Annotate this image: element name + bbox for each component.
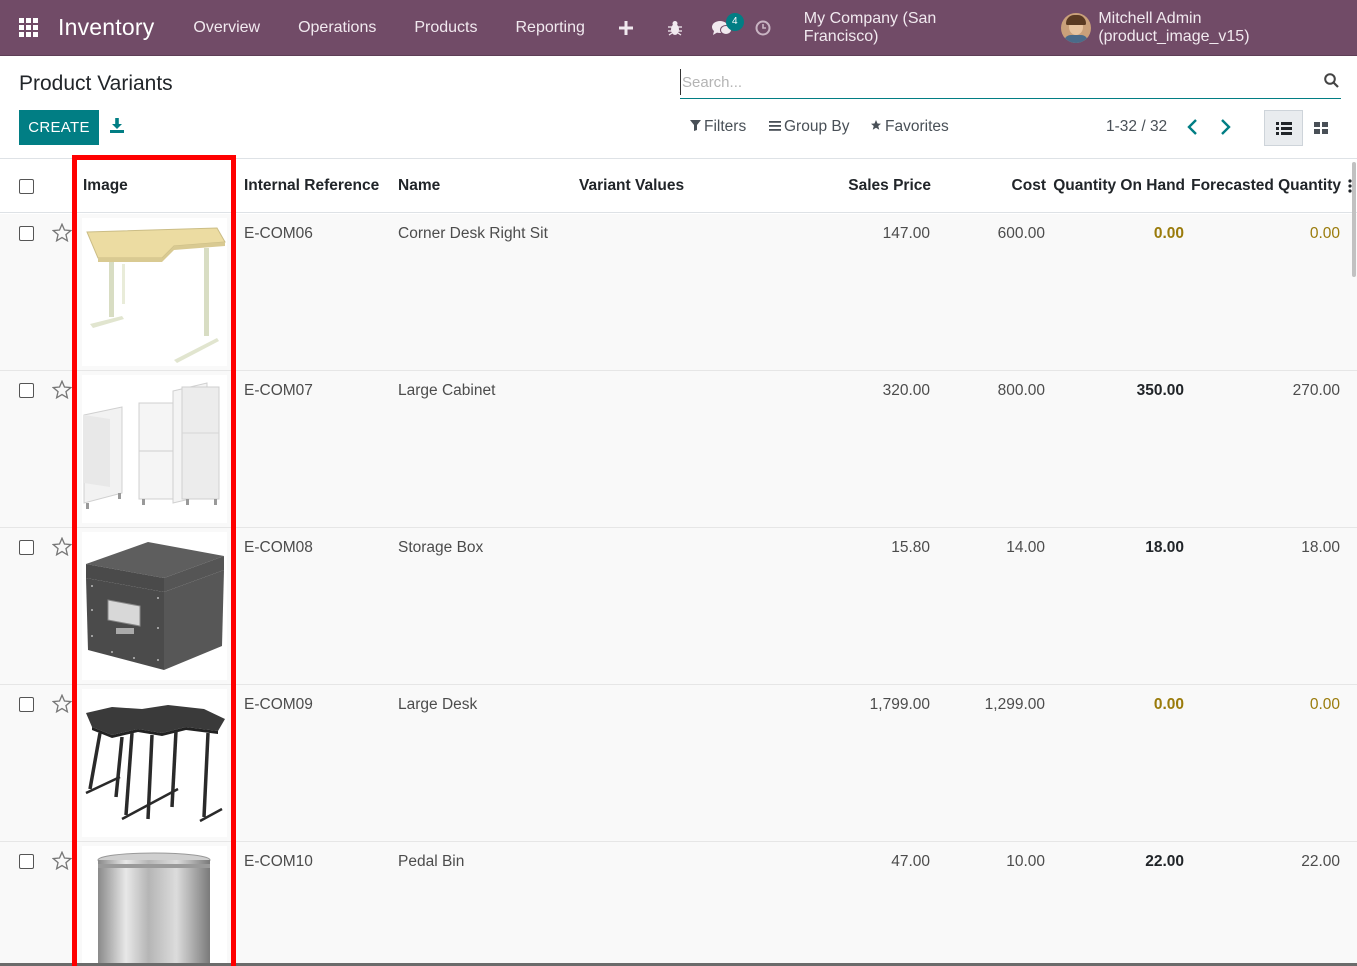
quantity-on-hand-cell: 0.00 bbox=[1153, 225, 1184, 242]
favorites-button[interactable]: Favorites bbox=[870, 118, 949, 136]
table-row[interactable]: E-COM07 Large Cabinet 320.00 800.00 350.… bbox=[0, 371, 1357, 528]
storage-box-image bbox=[82, 532, 227, 680]
menu-overview[interactable]: Overview bbox=[174, 0, 279, 56]
kanban-icon bbox=[1314, 122, 1328, 134]
column-header-cost[interactable]: Cost bbox=[935, 177, 1046, 195]
menu-reporting[interactable]: Reporting bbox=[496, 0, 603, 56]
product-variants-table: Image Internal Reference Name Variant Va… bbox=[0, 158, 1357, 966]
favorite-star-icon[interactable] bbox=[51, 850, 73, 875]
table-row[interactable]: E-COM06 Corner Desk Right Sit 147.00 600… bbox=[0, 214, 1357, 371]
internal-reference-cell: E-COM09 bbox=[244, 696, 313, 713]
filters-button[interactable]: Filters bbox=[690, 118, 746, 136]
name-cell: Storage Box bbox=[398, 539, 484, 556]
pedal-bin-image bbox=[82, 846, 227, 966]
row-checkbox[interactable] bbox=[19, 226, 34, 241]
name-cell: Corner Desk Right Sit bbox=[398, 225, 548, 242]
page-title: Product Variants bbox=[19, 72, 173, 95]
sales-price-cell: 1,799.00 bbox=[869, 696, 930, 713]
row-checkbox[interactable] bbox=[19, 697, 34, 712]
pager-value[interactable]: 1-32 / 32 bbox=[1106, 118, 1167, 136]
cost-cell: 1,299.00 bbox=[984, 696, 1045, 713]
cost-cell: 600.00 bbox=[997, 225, 1045, 242]
favorite-star-icon[interactable] bbox=[51, 693, 73, 718]
large-cabinet-image bbox=[82, 375, 227, 523]
top-navbar: Inventory Overview Operations Products R… bbox=[0, 0, 1357, 56]
list-icon bbox=[1275, 121, 1292, 135]
group-by-label: Group By bbox=[784, 118, 850, 135]
app-title[interactable]: Inventory bbox=[58, 14, 154, 41]
corner-desk-image bbox=[82, 218, 227, 366]
column-header-sales-price[interactable]: Sales Price bbox=[800, 177, 931, 195]
search-icon[interactable] bbox=[1324, 73, 1339, 93]
user-name: Mitchell Admin (product_image_v15) bbox=[1098, 9, 1250, 45]
forecasted-quantity-cell: 270.00 bbox=[1292, 382, 1340, 399]
quantity-on-hand-cell: 18.00 bbox=[1145, 539, 1184, 556]
filters-label: Filters bbox=[704, 118, 747, 135]
favorite-star-icon[interactable] bbox=[51, 536, 73, 561]
table-row[interactable]: E-COM09 Large Desk 1,799.00 1,299.00 0.0… bbox=[0, 685, 1357, 842]
search-bar bbox=[680, 69, 1341, 99]
internal-reference-cell: E-COM07 bbox=[244, 382, 313, 399]
create-button[interactable]: CREATE bbox=[19, 110, 99, 145]
company-switcher[interactable]: My Company (San Francisco) bbox=[804, 10, 1016, 46]
table-row[interactable]: E-COM08 Storage Box 15.80 14.00 18.00 18… bbox=[0, 528, 1357, 685]
apps-menu-icon[interactable] bbox=[0, 0, 58, 56]
menu-products[interactable]: Products bbox=[395, 0, 496, 56]
chevron-right-icon[interactable] bbox=[1218, 118, 1232, 141]
forecasted-quantity-cell: 0.00 bbox=[1309, 225, 1340, 242]
group-by-icon bbox=[769, 118, 781, 136]
avatar bbox=[1061, 12, 1092, 43]
name-cell: Large Cabinet bbox=[398, 382, 496, 399]
clock-icon[interactable] bbox=[742, 0, 784, 56]
cost-cell: 14.00 bbox=[1006, 539, 1045, 556]
column-header-variant-values[interactable]: Variant Values bbox=[579, 177, 684, 195]
download-icon[interactable] bbox=[109, 118, 125, 138]
internal-reference-cell: E-COM10 bbox=[244, 853, 313, 870]
cost-cell: 800.00 bbox=[997, 382, 1045, 399]
name-cell: Pedal Bin bbox=[398, 853, 465, 870]
filter-icon bbox=[690, 118, 701, 136]
column-header-quantity-on-hand[interactable]: Quantity On Hand bbox=[1050, 177, 1185, 195]
sales-price-cell: 47.00 bbox=[891, 853, 930, 870]
column-header-forecasted-quantity[interactable]: Forecasted Quantity bbox=[1190, 177, 1341, 195]
search-input[interactable] bbox=[680, 69, 1300, 95]
forecasted-quantity-cell: 22.00 bbox=[1301, 853, 1340, 870]
vertical-scrollbar[interactable] bbox=[1352, 162, 1356, 277]
column-header-name[interactable]: Name bbox=[398, 177, 440, 195]
column-header-image[interactable]: Image bbox=[83, 177, 128, 195]
user-menu[interactable]: Mitchell Admin (product_image_v15) bbox=[1061, 10, 1357, 46]
internal-reference-cell: E-COM06 bbox=[244, 225, 313, 242]
quantity-on-hand-cell: 0.00 bbox=[1153, 696, 1184, 713]
row-checkbox[interactable] bbox=[19, 383, 34, 398]
row-checkbox[interactable] bbox=[19, 854, 34, 869]
sales-price-cell: 320.00 bbox=[882, 382, 930, 399]
kanban-view-button[interactable] bbox=[1303, 110, 1339, 146]
internal-reference-cell: E-COM08 bbox=[244, 539, 313, 556]
plus-icon[interactable] bbox=[604, 0, 648, 56]
row-checkbox[interactable] bbox=[19, 540, 34, 555]
list-view-button[interactable] bbox=[1264, 110, 1303, 146]
menu-operations[interactable]: Operations bbox=[279, 0, 395, 56]
star-icon bbox=[870, 118, 882, 136]
column-header-internal-reference[interactable]: Internal Reference bbox=[244, 177, 379, 195]
name-cell: Large Desk bbox=[398, 696, 478, 713]
quantity-on-hand-cell: 22.00 bbox=[1145, 853, 1184, 870]
favorite-star-icon[interactable] bbox=[51, 222, 73, 247]
select-all-checkbox[interactable] bbox=[19, 179, 34, 194]
chevron-left-icon[interactable] bbox=[1186, 118, 1200, 141]
sales-price-cell: 147.00 bbox=[882, 225, 930, 242]
cost-cell: 10.00 bbox=[1006, 853, 1045, 870]
chat-icon[interactable]: 4 bbox=[702, 0, 744, 56]
bug-icon[interactable] bbox=[648, 0, 702, 56]
large-desk-image bbox=[82, 689, 227, 837]
sales-price-cell: 15.80 bbox=[891, 539, 930, 556]
forecasted-quantity-cell: 0.00 bbox=[1309, 696, 1340, 713]
forecasted-quantity-cell: 18.00 bbox=[1301, 539, 1340, 556]
group-by-button[interactable]: Group By bbox=[769, 118, 849, 136]
table-header: Image Internal Reference Name Variant Va… bbox=[0, 159, 1357, 213]
favorite-star-icon[interactable] bbox=[51, 379, 73, 404]
quantity-on-hand-cell: 350.00 bbox=[1136, 382, 1184, 399]
favorites-label: Favorites bbox=[885, 118, 949, 135]
table-row[interactable]: E-COM10 Pedal Bin 47.00 10.00 22.00 22.0… bbox=[0, 842, 1357, 966]
